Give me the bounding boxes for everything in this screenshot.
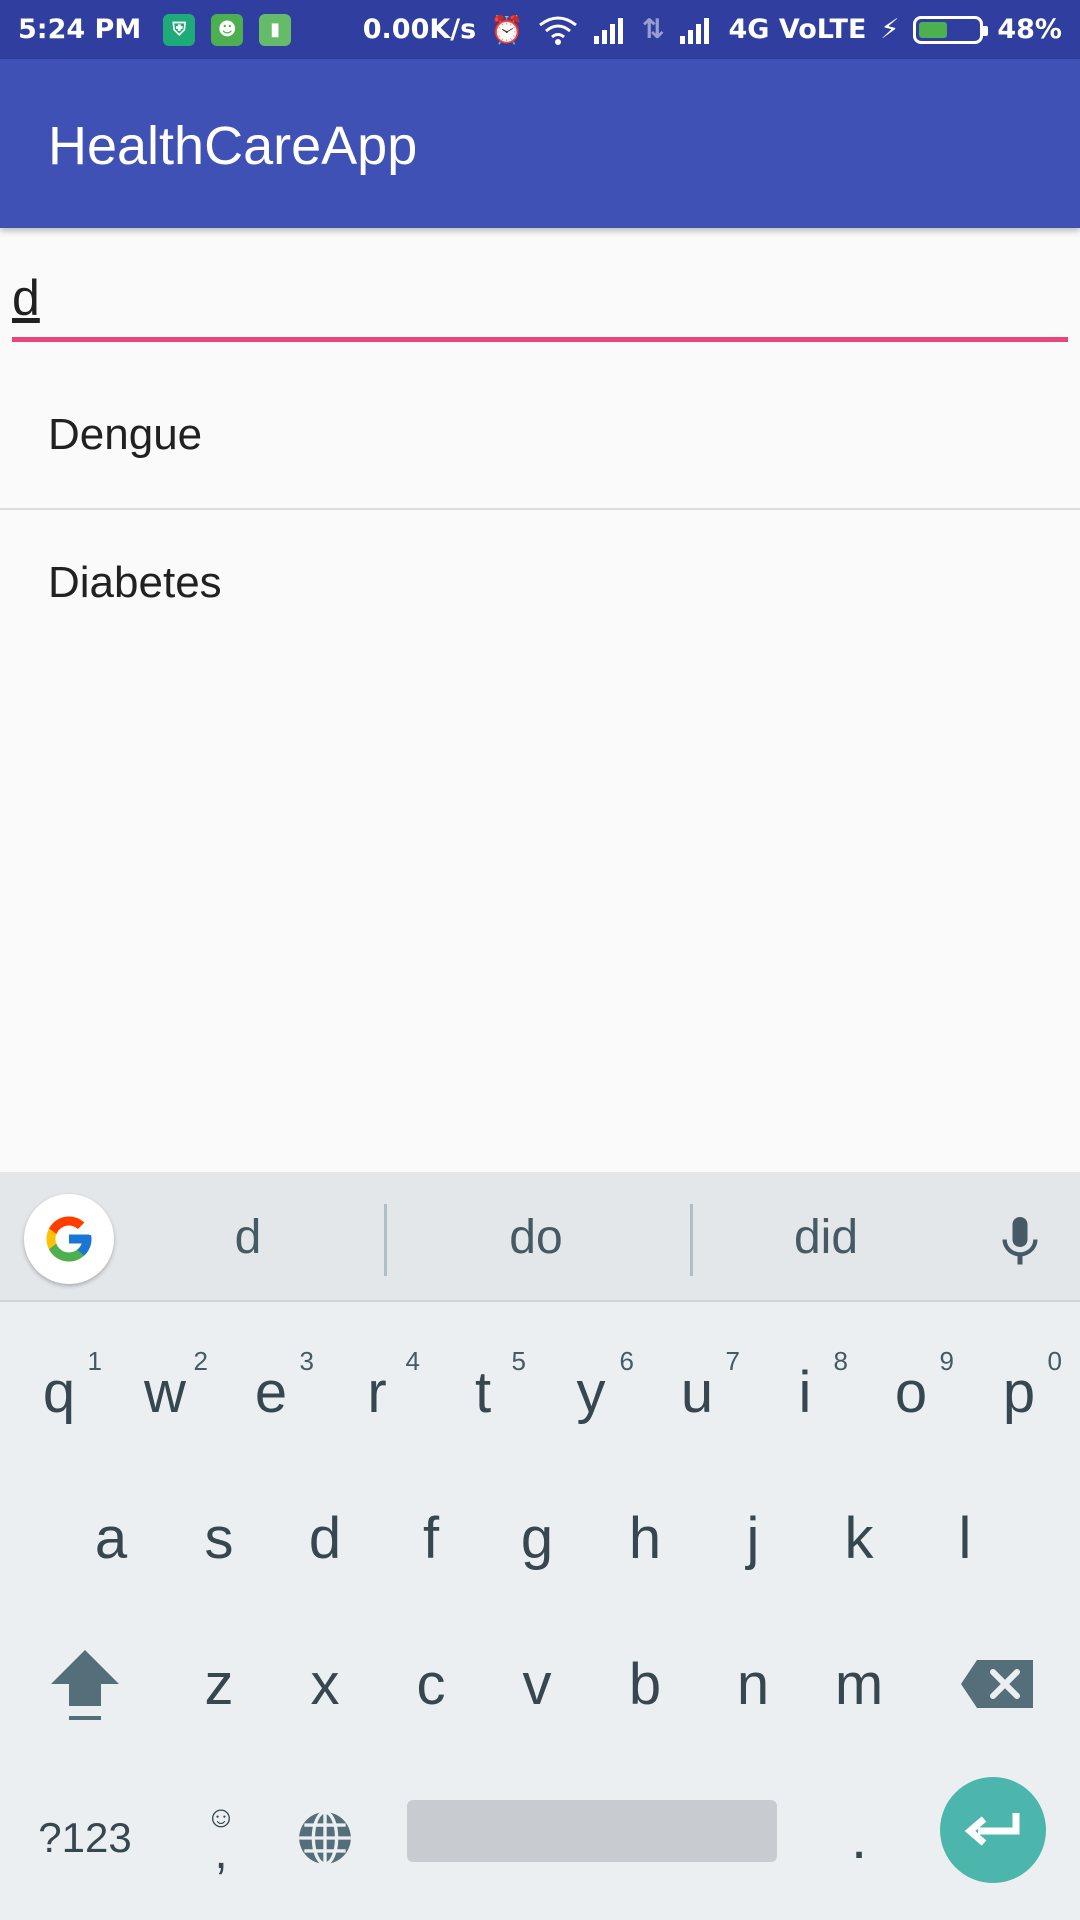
signal-icon xyxy=(592,16,628,44)
key-q[interactable]: q1 xyxy=(6,1318,112,1466)
key-label: r xyxy=(367,1359,387,1425)
key-label: i xyxy=(798,1359,812,1425)
key-r[interactable]: r4 xyxy=(324,1318,430,1466)
key-label: t xyxy=(474,1359,492,1425)
app-title: HealthCareApp xyxy=(48,116,418,176)
key-a[interactable]: a xyxy=(58,1464,164,1612)
suggestion-divider xyxy=(384,1204,387,1276)
key-hint: 4 xyxy=(405,1346,420,1376)
signal-2-icon xyxy=(678,16,714,44)
key-j[interactable]: j xyxy=(700,1464,806,1612)
results-list: Dengue Diabetes xyxy=(0,362,1080,656)
key-n[interactable]: n xyxy=(700,1610,806,1758)
suggestion-item[interactable]: do xyxy=(400,1172,672,1302)
key-label: u xyxy=(680,1359,714,1425)
key-label: e xyxy=(254,1359,288,1425)
shield-icon: ⛨ xyxy=(163,13,196,46)
network-type: 4G VoLTE xyxy=(728,14,867,45)
period-key[interactable]: . xyxy=(806,1756,912,1920)
space-bar[interactable] xyxy=(407,1800,777,1862)
enter-icon xyxy=(964,1813,1020,1846)
shift-key[interactable] xyxy=(32,1610,138,1758)
key-i[interactable]: i8 xyxy=(752,1318,858,1466)
search-input[interactable] xyxy=(12,258,1068,338)
key-hint: 3 xyxy=(299,1346,314,1376)
list-item-label: Diabetes xyxy=(48,558,222,607)
key-label: p xyxy=(1002,1359,1036,1425)
status-bar: 5:24 PM ⛨ ☻ ▮ 0.00K/s ⏰ ⇅ 4G VoLTE ⚡ 48% xyxy=(0,0,1080,59)
key-d[interactable]: d xyxy=(272,1464,378,1612)
network-speed: 0.00K/s xyxy=(362,14,477,45)
key-x[interactable]: x xyxy=(272,1610,378,1758)
suggestion-strip: d do did xyxy=(0,1172,1080,1302)
list-item[interactable]: Dengue xyxy=(0,362,1080,508)
key-hint: 7 xyxy=(725,1346,740,1376)
comma-label: , xyxy=(214,1826,228,1879)
backspace-icon xyxy=(961,1660,1033,1708)
language-key[interactable] xyxy=(272,1756,378,1920)
list-item-label: Dengue xyxy=(48,410,203,459)
key-e[interactable]: e3 xyxy=(218,1318,324,1466)
keyboard-row-1: q1 w2 e3 r4 t5 y6 u7 i8 o9 p0 xyxy=(0,1318,1080,1466)
key-label: w xyxy=(144,1359,186,1425)
key-hint: 9 xyxy=(939,1346,954,1376)
key-hint: 6 xyxy=(619,1346,634,1376)
wifi-icon xyxy=(538,15,578,45)
list-item[interactable]: Diabetes xyxy=(0,510,1080,656)
suggestion-divider xyxy=(690,1204,693,1276)
shift-icon xyxy=(51,1650,119,1720)
key-o[interactable]: o9 xyxy=(858,1318,964,1466)
key-v[interactable]: v xyxy=(484,1610,590,1758)
key-s[interactable]: s xyxy=(166,1464,272,1612)
key-label: o xyxy=(894,1359,928,1425)
key-hint: 8 xyxy=(833,1346,848,1376)
key-label: q xyxy=(42,1359,76,1425)
google-icon[interactable] xyxy=(24,1194,114,1284)
battery-icon xyxy=(913,15,989,44)
key-t[interactable]: t5 xyxy=(430,1318,536,1466)
data-transfer-icon: ⇅ xyxy=(641,14,665,45)
battery-percent: 48% xyxy=(997,14,1062,45)
key-g[interactable]: g xyxy=(484,1464,590,1612)
globe-icon xyxy=(299,1810,351,1866)
battery-saver-icon: ▮ xyxy=(259,13,292,46)
key-y[interactable]: y6 xyxy=(538,1318,644,1466)
key-m[interactable]: m xyxy=(806,1610,912,1758)
key-u[interactable]: u7 xyxy=(644,1318,750,1466)
key-f[interactable]: f xyxy=(378,1464,484,1612)
key-z[interactable]: z xyxy=(166,1610,272,1758)
key-label: y xyxy=(576,1359,606,1425)
key-w[interactable]: w2 xyxy=(112,1318,218,1466)
keyboard-row-2: a s d f g h j k l xyxy=(0,1464,1080,1612)
key-b[interactable]: b xyxy=(592,1610,698,1758)
app-bar: HealthCareApp xyxy=(0,59,1080,228)
key-k[interactable]: k xyxy=(806,1464,912,1612)
suggestion-item[interactable]: did xyxy=(706,1172,946,1302)
backspace-key[interactable] xyxy=(942,1610,1052,1758)
key-hint: 2 xyxy=(193,1346,208,1376)
emoji-comma-key[interactable]: ☺ , xyxy=(168,1756,274,1920)
suggestion-item[interactable]: d xyxy=(130,1172,366,1302)
android-icon: ☻ xyxy=(211,13,244,46)
enter-key[interactable] xyxy=(940,1777,1046,1883)
key-hint: 0 xyxy=(1047,1346,1062,1376)
key-l[interactable]: l xyxy=(912,1464,1018,1612)
charging-icon: ⚡ xyxy=(880,14,900,45)
symbols-key[interactable]: ?123 xyxy=(20,1756,150,1920)
key-hint: 5 xyxy=(511,1346,526,1376)
key-h[interactable]: h xyxy=(592,1464,698,1612)
key-p[interactable]: p0 xyxy=(966,1318,1072,1466)
keyboard-row-3: z x c v b n m xyxy=(0,1610,1080,1758)
mic-icon[interactable] xyxy=(990,1212,1050,1276)
key-hint: 1 xyxy=(87,1346,102,1376)
search-field-container xyxy=(12,258,1068,342)
alarm-icon: ⏰ xyxy=(490,14,524,46)
status-time: 5:24 PM xyxy=(18,14,142,45)
search-underline xyxy=(12,337,1068,342)
key-c[interactable]: c xyxy=(378,1610,484,1758)
